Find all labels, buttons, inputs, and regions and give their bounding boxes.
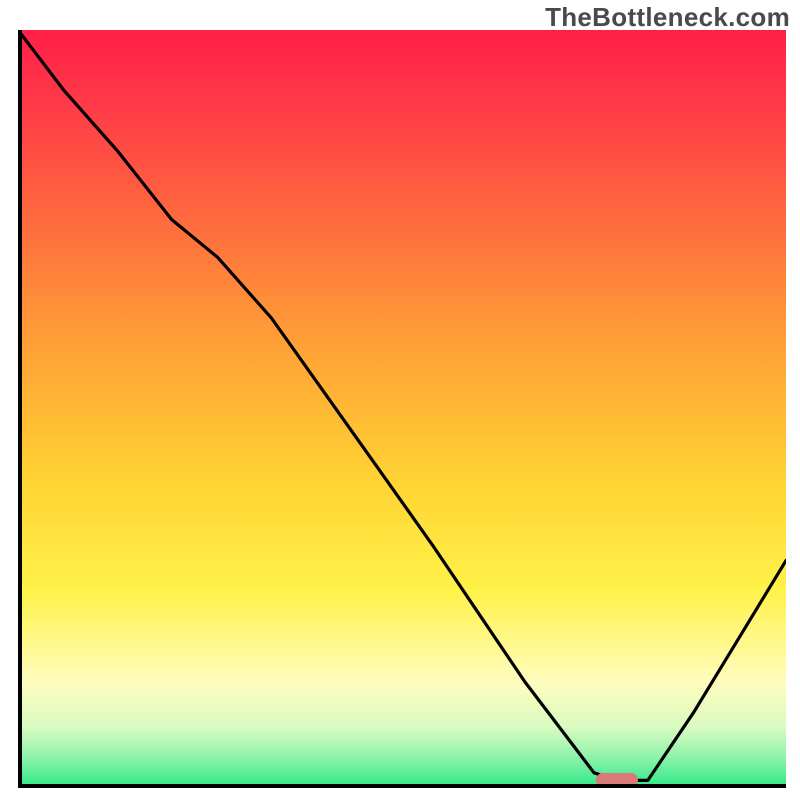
plot-area xyxy=(18,30,786,788)
watermark-label: TheBottleneck.com xyxy=(545,2,790,33)
curve-path xyxy=(18,30,786,780)
optimum-marker xyxy=(596,773,638,787)
bottleneck-curve xyxy=(18,30,786,788)
chart-stage: TheBottleneck.com xyxy=(0,0,800,800)
